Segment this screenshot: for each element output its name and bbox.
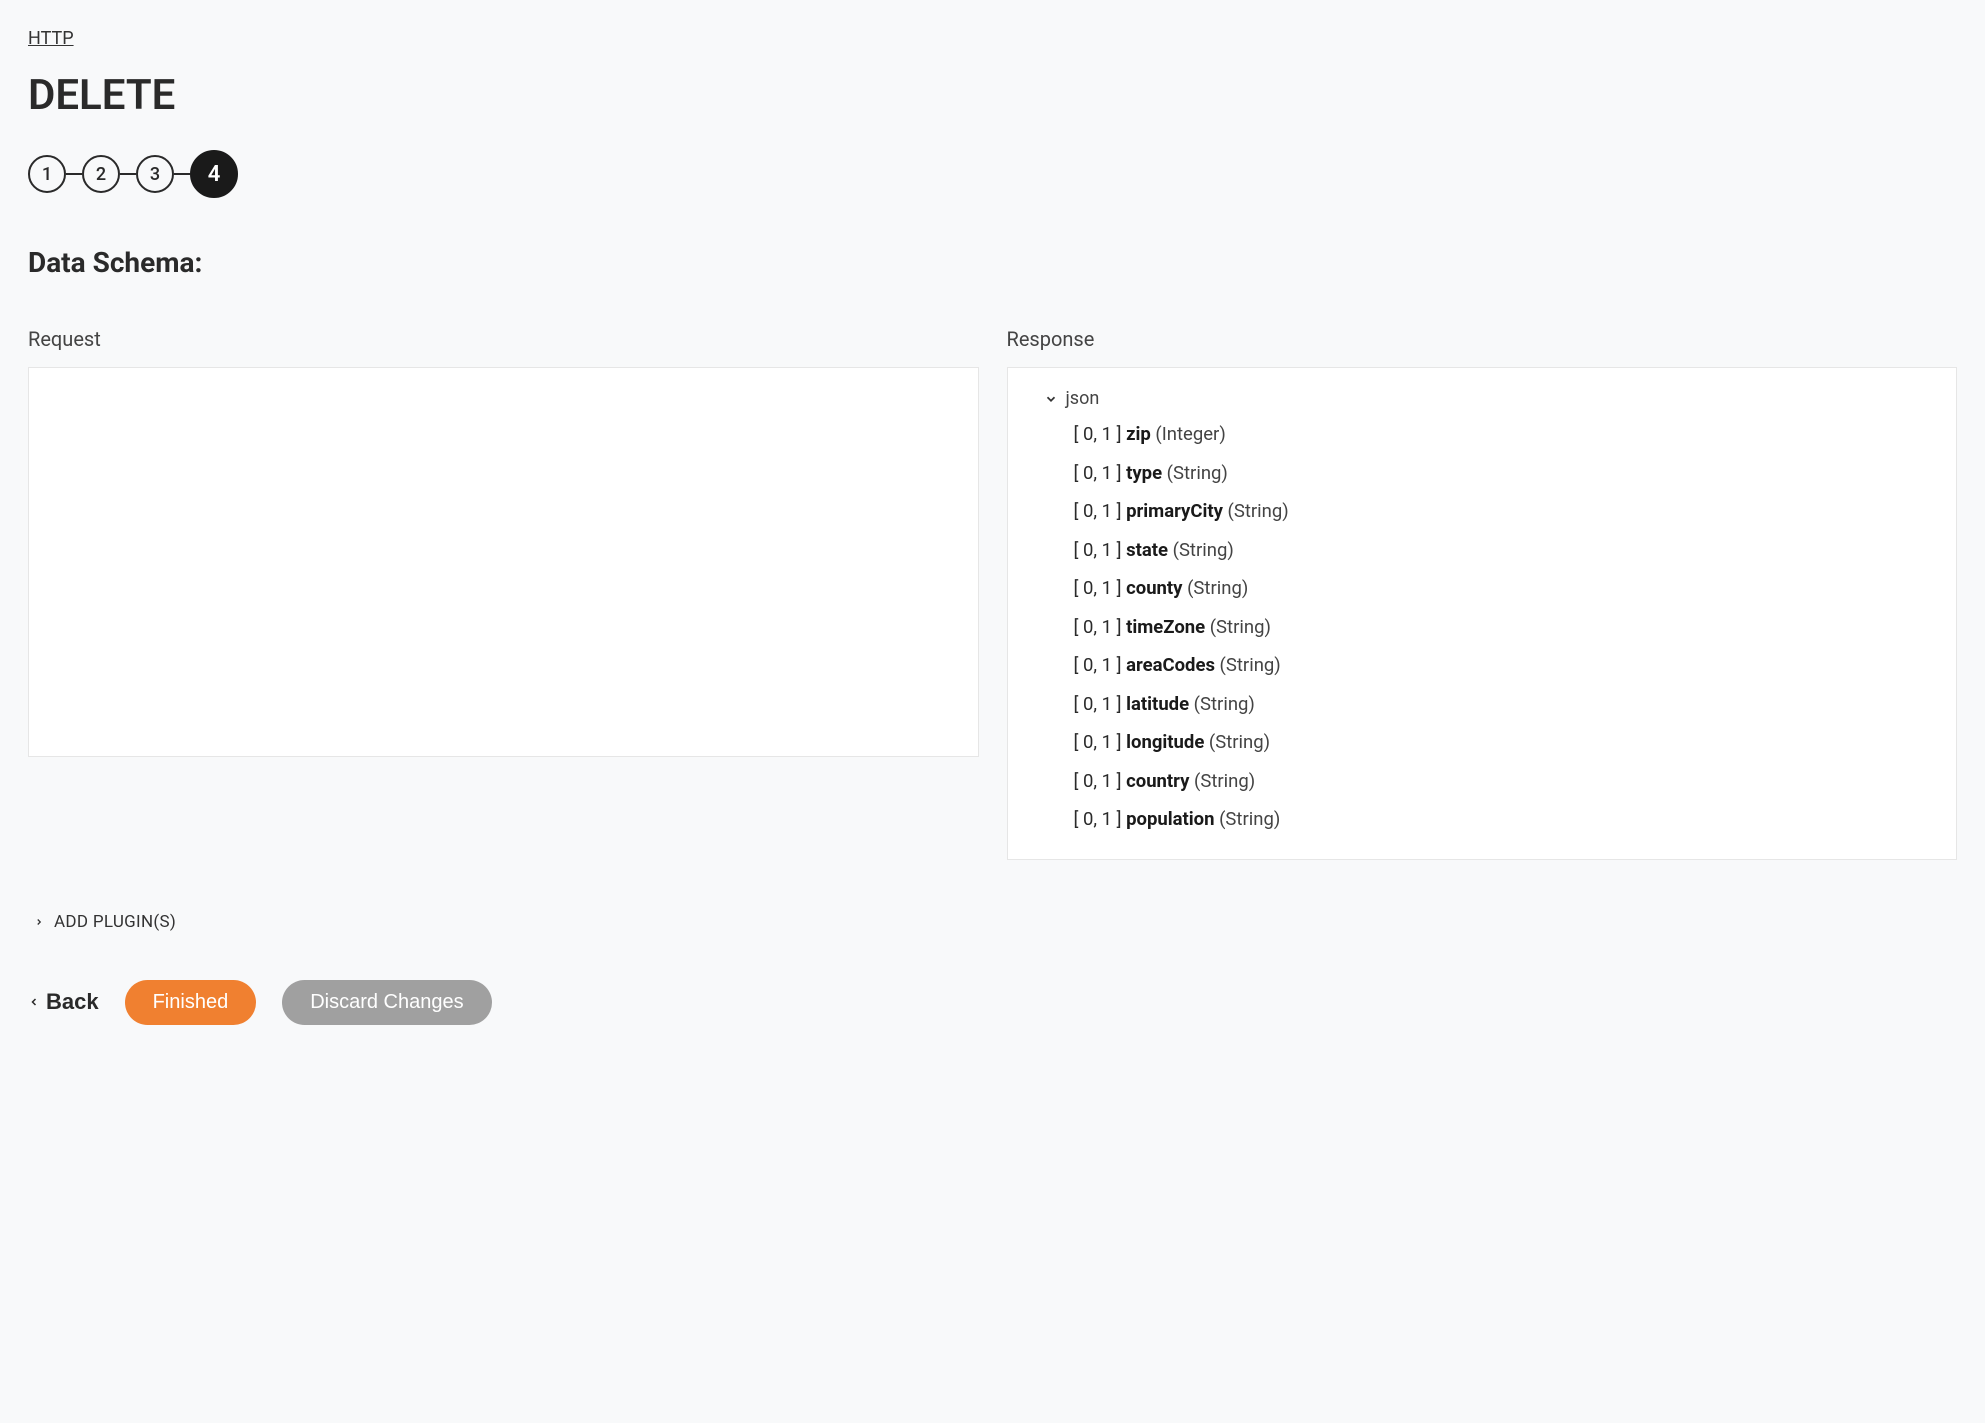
request-column: Request xyxy=(28,327,979,860)
field-name: latitude xyxy=(1126,693,1189,715)
field-type: (Integer) xyxy=(1151,423,1226,445)
field-cardinality: [ 0, 1 ] xyxy=(1074,462,1127,484)
field-cardinality: [ 0, 1 ] xyxy=(1074,693,1127,715)
schema-field-country[interactable]: [ 0, 1 ] country (String) xyxy=(1074,762,1933,801)
stepper: 1234 xyxy=(28,150,1957,198)
response-label: Response xyxy=(1007,327,1958,351)
request-label: Request xyxy=(28,327,979,351)
field-cardinality: [ 0, 1 ] xyxy=(1074,423,1127,445)
field-type: (String) xyxy=(1162,462,1228,484)
schema-field-zip[interactable]: [ 0, 1 ] zip (Integer) xyxy=(1074,415,1933,454)
chevron-right-icon xyxy=(34,917,44,927)
field-cardinality: [ 0, 1 ] xyxy=(1074,577,1127,599)
field-name: zip xyxy=(1126,423,1151,445)
back-button[interactable]: Back xyxy=(28,989,99,1015)
step-connector xyxy=(120,173,136,175)
field-type: (String) xyxy=(1215,654,1281,676)
field-cardinality: [ 0, 1 ] xyxy=(1074,808,1127,830)
field-type: (String) xyxy=(1223,500,1289,522)
field-type: (String) xyxy=(1215,808,1281,830)
tree-root-json[interactable]: json xyxy=(1044,388,1933,409)
field-name: primaryCity xyxy=(1126,500,1223,522)
field-name: timeZone xyxy=(1126,616,1205,638)
tree-children: [ 0, 1 ] zip (Integer)[ 0, 1 ] type (Str… xyxy=(1074,415,1933,839)
section-title: Data Schema: xyxy=(28,246,1957,279)
schema-field-population[interactable]: [ 0, 1 ] population (String) xyxy=(1074,800,1933,839)
step-1[interactable]: 1 xyxy=(28,155,66,193)
schema-field-longitude[interactable]: [ 0, 1 ] longitude (String) xyxy=(1074,723,1933,762)
field-cardinality: [ 0, 1 ] xyxy=(1074,616,1127,638)
schema-field-county[interactable]: [ 0, 1 ] county (String) xyxy=(1074,569,1933,608)
field-cardinality: [ 0, 1 ] xyxy=(1074,731,1127,753)
schema-field-state[interactable]: [ 0, 1 ] state (String) xyxy=(1074,531,1933,570)
field-cardinality: [ 0, 1 ] xyxy=(1074,770,1127,792)
add-plugins-toggle[interactable]: ADD PLUGIN(S) xyxy=(34,912,176,932)
add-plugins-label: ADD PLUGIN(S) xyxy=(54,912,176,932)
field-name: state xyxy=(1126,539,1168,561)
breadcrumb-http[interactable]: HTTP xyxy=(28,28,74,49)
tree-root-label: json xyxy=(1066,388,1100,409)
step-connector xyxy=(66,173,82,175)
field-name: longitude xyxy=(1126,731,1204,753)
schema-field-type[interactable]: [ 0, 1 ] type (String) xyxy=(1074,454,1933,493)
finished-button[interactable]: Finished xyxy=(125,980,257,1025)
page-title: DELETE xyxy=(28,71,1957,120)
field-name: population xyxy=(1126,808,1214,830)
chevron-down-icon xyxy=(1044,392,1058,406)
step-2[interactable]: 2 xyxy=(82,155,120,193)
schema-field-areaCodes[interactable]: [ 0, 1 ] areaCodes (String) xyxy=(1074,646,1933,685)
field-type: (String) xyxy=(1205,616,1271,638)
footer-actions: Back Finished Discard Changes xyxy=(28,980,1957,1025)
field-type: (String) xyxy=(1204,731,1270,753)
schema-field-timeZone[interactable]: [ 0, 1 ] timeZone (String) xyxy=(1074,608,1933,647)
field-type: (String) xyxy=(1189,770,1255,792)
step-3[interactable]: 3 xyxy=(136,155,174,193)
field-type: (String) xyxy=(1168,539,1234,561)
chevron-left-icon xyxy=(28,996,40,1008)
field-cardinality: [ 0, 1 ] xyxy=(1074,654,1127,676)
step-4[interactable]: 4 xyxy=(190,150,238,198)
schema-field-latitude[interactable]: [ 0, 1 ] latitude (String) xyxy=(1074,685,1933,724)
field-name: type xyxy=(1126,462,1162,484)
step-connector xyxy=(174,173,190,175)
response-column: Response json [ 0, 1 ] zip (Integer)[ 0,… xyxy=(1007,327,1958,860)
discard-button[interactable]: Discard Changes xyxy=(282,980,491,1025)
field-name: county xyxy=(1126,577,1182,599)
field-name: country xyxy=(1126,770,1189,792)
field-type: (String) xyxy=(1189,693,1255,715)
response-panel[interactable]: json [ 0, 1 ] zip (Integer)[ 0, 1 ] type… xyxy=(1007,367,1958,860)
schema-field-primaryCity[interactable]: [ 0, 1 ] primaryCity (String) xyxy=(1074,492,1933,531)
request-panel[interactable] xyxy=(28,367,979,757)
back-label: Back xyxy=(46,989,99,1015)
field-cardinality: [ 0, 1 ] xyxy=(1074,539,1127,561)
field-cardinality: [ 0, 1 ] xyxy=(1074,500,1127,522)
field-type: (String) xyxy=(1183,577,1249,599)
field-name: areaCodes xyxy=(1126,654,1215,676)
